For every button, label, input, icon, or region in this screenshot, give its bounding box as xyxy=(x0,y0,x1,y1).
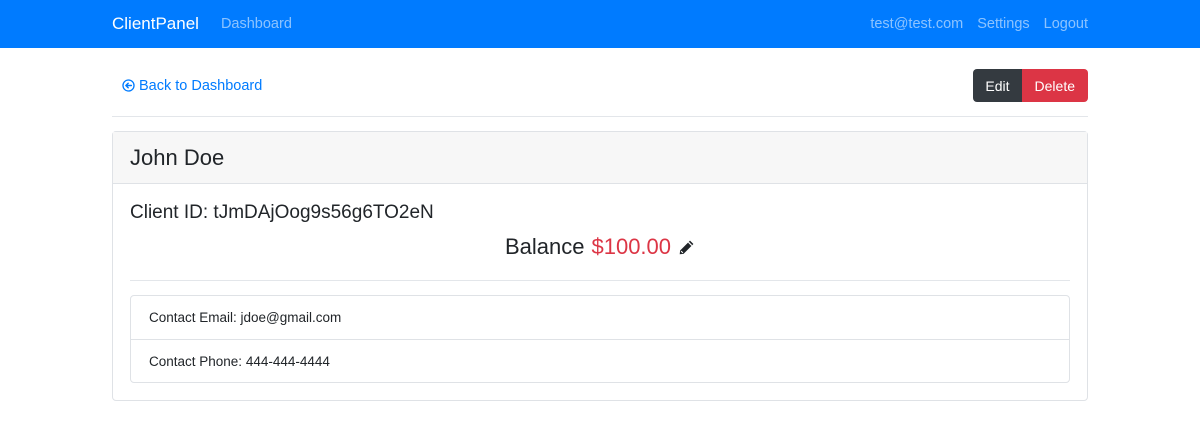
nav-dashboard-link[interactable]: Dashboard xyxy=(221,16,292,32)
main-container: Back to Dashboard Edit Delete John Doe C… xyxy=(112,48,1088,401)
nav-logout-link[interactable]: Logout xyxy=(1044,16,1088,32)
navbar-inner: ClientPanel Dashboard test@test.com Sett… xyxy=(112,14,1088,34)
client-card: John Doe Client ID: tJmDAjOog9s56g6TO2eN… xyxy=(112,131,1088,401)
arrow-circle-left-icon xyxy=(122,79,135,92)
client-toolbar: Back to Dashboard Edit Delete xyxy=(112,48,1088,117)
back-to-dashboard-link[interactable]: Back to Dashboard xyxy=(122,78,262,94)
top-navbar: ClientPanel Dashboard test@test.com Sett… xyxy=(0,0,1200,48)
client-id: Client ID: tJmDAjOog9s56g6TO2eN xyxy=(130,202,434,223)
delete-button[interactable]: Delete xyxy=(1021,69,1088,102)
nav-user-email[interactable]: test@test.com xyxy=(870,16,963,32)
contact-list: Contact Email: jdoe@gmail.com Contact Ph… xyxy=(130,295,1070,383)
edit-button[interactable]: Edit xyxy=(973,69,1022,102)
nav-settings-link[interactable]: Settings xyxy=(977,16,1029,32)
body-divider xyxy=(130,280,1070,281)
balance-value: $100.00 xyxy=(591,234,672,259)
action-button-group: Edit Delete xyxy=(973,69,1088,102)
balance-row: Balance $100.00 xyxy=(130,234,1070,260)
client-card-body: Client ID: tJmDAjOog9s56g6TO2eN Balance … xyxy=(113,184,1087,400)
brand-link[interactable]: ClientPanel xyxy=(112,14,199,34)
back-link-label: Back to Dashboard xyxy=(139,77,263,94)
navbar-right: test@test.com Settings Logout xyxy=(870,16,1088,32)
balance-label: Balance xyxy=(504,234,585,259)
contact-email-item: Contact Email: jdoe@gmail.com xyxy=(149,310,342,325)
contact-phone-item: Contact Phone: 444-444-4444 xyxy=(131,339,1069,382)
pencil-icon[interactable] xyxy=(678,239,695,256)
navbar-left: ClientPanel Dashboard xyxy=(112,14,292,34)
client-card-header: John Doe xyxy=(113,132,1087,184)
client-name: John Doe xyxy=(130,144,225,170)
